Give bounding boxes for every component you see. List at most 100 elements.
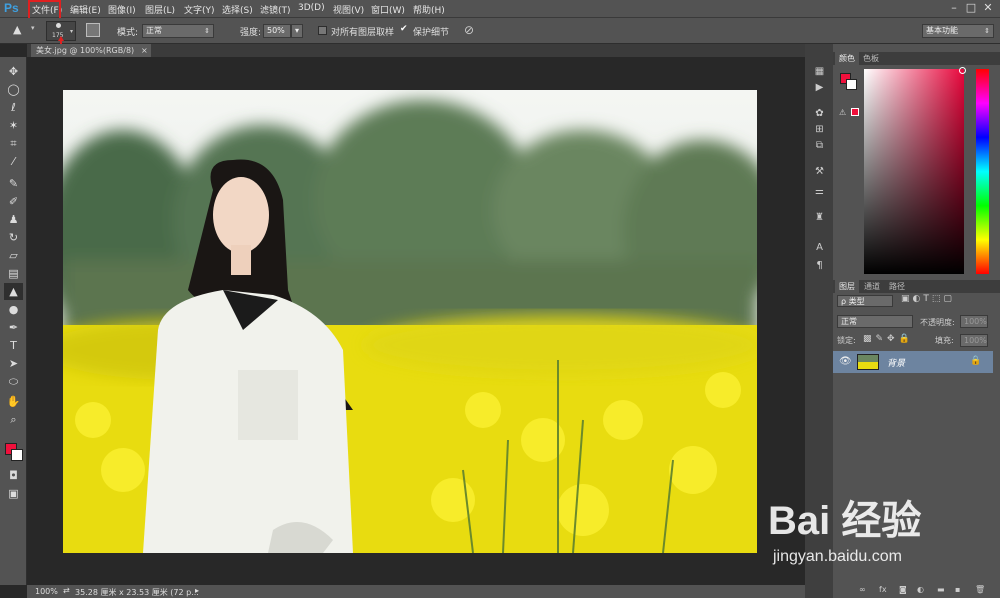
- hand-tool-icon[interactable]: ✋: [4, 393, 23, 410]
- layers-footer: ∞ fx ◙ ◐ ▬ ▪ 🗑: [853, 585, 998, 598]
- color-picker-ring: [959, 67, 966, 74]
- history-panel-icon[interactable]: ▦: [811, 64, 828, 79]
- menu-window[interactable]: 窗口(W): [371, 3, 405, 16]
- sharpen-tool-icon[interactable]: ▲: [4, 283, 23, 300]
- protect-detail-checkbox[interactable]: ✔: [400, 25, 408, 34]
- eyedropper-tool-icon[interactable]: ⁄: [4, 153, 23, 170]
- adjustments-icon[interactable]: ⚌: [811, 184, 828, 199]
- menu-edit[interactable]: 编辑(E): [70, 3, 101, 16]
- zoom-level[interactable]: 100%: [35, 587, 58, 596]
- chevron-down-icon: ▾: [69, 28, 73, 35]
- gamut-swatch[interactable]: [851, 108, 859, 116]
- group-icon[interactable]: ▬: [937, 585, 945, 594]
- menu-image[interactable]: 图像(I): [108, 3, 136, 16]
- pressure-icon[interactable]: ⊘: [464, 23, 474, 37]
- workspace-value: 基本功能: [926, 26, 958, 35]
- adjustment-icon[interactable]: ◐: [917, 585, 924, 594]
- tab-layers[interactable]: 图层: [835, 280, 859, 293]
- opacity-label: 不透明度:: [920, 318, 955, 327]
- document-image[interactable]: [63, 90, 757, 553]
- menu-select[interactable]: 选择(S): [222, 3, 253, 16]
- status-bar: 100% ⇄ 35.28 厘米 x 23.53 厘米 (72 p... ▸: [27, 585, 805, 598]
- background-color-swatch[interactable]: [11, 449, 23, 461]
- trash-icon[interactable]: 🗑: [975, 585, 985, 594]
- layer-filter-select[interactable]: ρ 类型: [837, 295, 893, 307]
- strength-input[interactable]: 50%: [263, 24, 291, 38]
- brush-presets-icon[interactable]: ✿: [811, 106, 828, 121]
- path-select-tool-icon[interactable]: ➤: [4, 355, 23, 372]
- strength-dropdown[interactable]: ▾: [291, 24, 303, 38]
- sharpen-tool-icon[interactable]: ▲: [13, 23, 27, 37]
- minimize-button[interactable]: –: [946, 0, 962, 16]
- color-field[interactable]: [864, 67, 966, 274]
- layer-row[interactable]: 👁 背景 🔒: [833, 351, 993, 373]
- eraser-tool-icon[interactable]: ▱: [4, 247, 23, 264]
- menu-view[interactable]: 视图(V): [333, 3, 364, 16]
- close-icon[interactable]: ×: [141, 44, 148, 57]
- lock-icons[interactable]: ▩✎✥🔒: [863, 334, 914, 344]
- layers-panel-tabs: 图层 通道 路径: [833, 280, 1000, 293]
- gradient-tool-icon[interactable]: ▤: [4, 265, 23, 282]
- preset-dropdown-icon[interactable]: ▾: [31, 24, 35, 32]
- menu-help[interactable]: 帮助(H): [413, 3, 445, 16]
- highlight-box: [28, 0, 61, 20]
- menu-layer[interactable]: 图层(L): [145, 3, 175, 16]
- share-icon[interactable]: ⇄: [63, 586, 70, 595]
- history-brush-tool-icon[interactable]: ↻: [4, 229, 23, 246]
- layer-filter-icons[interactable]: ▣◐T⬚▢: [901, 294, 955, 304]
- type-tool-icon[interactable]: T: [4, 337, 23, 354]
- marquee-tool-icon[interactable]: ◯: [4, 81, 23, 98]
- stamp-panel-icon[interactable]: ♜: [811, 210, 828, 225]
- tab-color[interactable]: 颜色: [835, 52, 859, 65]
- actions-panel-icon[interactable]: ▶: [811, 80, 828, 95]
- menu-filter[interactable]: 滤镜(T): [260, 3, 291, 16]
- quick-select-tool-icon[interactable]: ✶: [4, 117, 23, 134]
- pen-tool-icon[interactable]: ✒: [4, 319, 23, 336]
- background-color-swatch[interactable]: [846, 79, 857, 90]
- screen-mode-icon[interactable]: ▣: [4, 485, 23, 502]
- mode-value: 正常: [146, 26, 162, 35]
- mask-icon[interactable]: ◙: [899, 585, 907, 594]
- eye-icon[interactable]: 👁: [839, 356, 852, 367]
- document-tab[interactable]: 美女.jpg @ 100%(RGB/8) ×: [31, 44, 151, 57]
- opacity-input[interactable]: 100%: [960, 315, 988, 328]
- lasso-tool-icon[interactable]: ℓ: [4, 99, 23, 116]
- move-tool-icon[interactable]: ✥: [4, 63, 23, 80]
- maximize-button[interactable]: □: [963, 0, 979, 16]
- paragraph-panel-icon[interactable]: ¶: [811, 258, 828, 273]
- fill-input[interactable]: 100%: [960, 334, 988, 347]
- shape-tool-icon[interactable]: ⬭: [4, 373, 23, 390]
- menu-3d[interactable]: 3D(D): [298, 3, 325, 13]
- hue-slider[interactable]: [976, 69, 989, 274]
- dodge-tool-icon[interactable]: ●: [4, 301, 23, 318]
- blend-mode-value: 正常: [841, 317, 857, 326]
- clone-source-icon[interactable]: ⧉: [811, 138, 828, 153]
- menu-type[interactable]: 文字(Y): [184, 3, 215, 16]
- tab-swatches[interactable]: 色板: [859, 52, 883, 65]
- workspace-select[interactable]: 基本功能 ⇕: [922, 24, 994, 38]
- link-icon[interactable]: ∞: [859, 585, 866, 594]
- chevron-down-icon: ⇕: [204, 27, 210, 35]
- mode-label: 模式:: [117, 28, 139, 38]
- properties-icon[interactable]: ⊞: [811, 122, 828, 137]
- brush-panel-icon[interactable]: [86, 23, 100, 37]
- blend-mode-select[interactable]: 正常: [837, 315, 913, 328]
- tools-panel: ✥ ◯ ℓ ✶ ⌗ ⁄ ✎ ✐ ♟ ↻ ▱ ▤ ▲ ● ✒ T ➤ ⬭ ✋ ⌕ …: [0, 57, 27, 585]
- tool-presets-icon[interactable]: ⚒: [811, 164, 828, 179]
- chevron-right-icon[interactable]: ▸: [195, 586, 199, 595]
- healing-brush-tool-icon[interactable]: ✎: [4, 175, 23, 192]
- mode-select[interactable]: 正常 ⇕: [142, 24, 214, 38]
- fx-icon[interactable]: fx: [879, 585, 887, 594]
- new-layer-icon[interactable]: ▪: [955, 585, 960, 594]
- tab-channels[interactable]: 通道: [860, 280, 884, 293]
- zoom-tool-icon[interactable]: ⌕: [4, 411, 23, 428]
- photoshop-logo: Ps: [4, 1, 19, 15]
- tab-paths[interactable]: 路径: [885, 280, 909, 293]
- close-button[interactable]: ✕: [980, 0, 996, 16]
- crop-tool-icon[interactable]: ⌗: [4, 135, 23, 152]
- brush-tool-icon[interactable]: ✐: [4, 193, 23, 210]
- quick-mask-icon[interactable]: ◘: [4, 467, 23, 484]
- character-panel-icon[interactable]: A: [811, 240, 828, 255]
- clone-stamp-tool-icon[interactable]: ♟: [4, 211, 23, 228]
- sample-all-checkbox[interactable]: [318, 26, 327, 38]
